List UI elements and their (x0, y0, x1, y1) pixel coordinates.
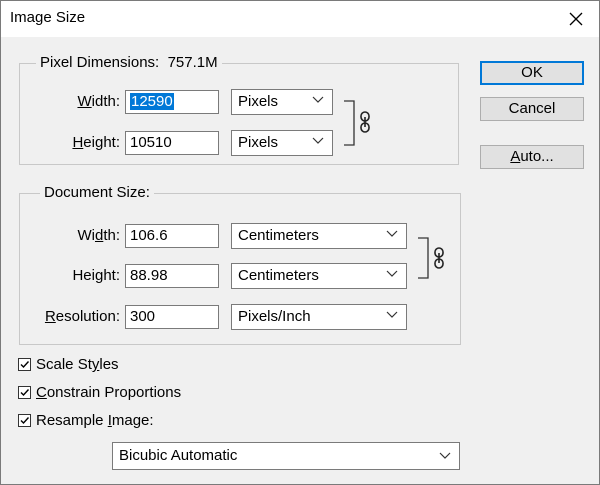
resample-image-checkbox[interactable]: Resample Image: (18, 412, 154, 429)
resample-method-select[interactable]: Bicubic Automatic (112, 442, 460, 470)
scale-styles-checkbox[interactable]: Scale Styles (18, 356, 119, 373)
checkmark-icon (20, 389, 30, 397)
scale-styles-label: Scale Styles (36, 356, 119, 373)
doc-height-input[interactable]: 88.98 (125, 264, 219, 288)
document-size-group: Document Size: Width: 106.6 Centimeters … (19, 184, 461, 345)
auto-button[interactable]: Auto... (480, 145, 584, 169)
chain-link-icon (434, 247, 444, 269)
chevron-down-icon (312, 137, 324, 144)
resample-image-label: Resample Image: (36, 412, 154, 429)
resolution-unit-select[interactable]: Pixels/Inch (231, 304, 407, 330)
doc-height-unit-select[interactable]: Centimeters (231, 263, 407, 289)
constrain-proportions-label: Constrain Proportions (36, 384, 182, 401)
title-bar: Image Size (1, 1, 599, 37)
pixel-height-label: Height: (72, 134, 120, 151)
doc-height-label: Height: (72, 267, 120, 284)
pixel-width-unit-select[interactable]: Pixels (231, 89, 333, 115)
checkmark-icon (20, 361, 30, 369)
chevron-down-icon (386, 230, 398, 237)
pixel-height-unit-select[interactable]: Pixels (231, 130, 333, 156)
ok-button[interactable]: OK (480, 61, 584, 85)
document-size-legend: Document Size: (40, 184, 154, 202)
close-button[interactable] (553, 1, 599, 37)
doc-width-input[interactable]: 106.6 (125, 224, 219, 248)
pixel-width-input[interactable]: 12590 (125, 90, 219, 114)
chevron-down-icon (312, 96, 324, 103)
pixel-dimensions-legend: Pixel Dimensions: 757.1M (36, 54, 222, 72)
close-icon (569, 12, 583, 26)
chain-link-icon (360, 111, 370, 133)
dialog-title: Image Size (10, 9, 86, 26)
chevron-down-icon (386, 270, 398, 277)
pixel-width-label: Width: (77, 93, 120, 110)
pixel-height-input[interactable]: 10510 (125, 131, 219, 155)
chevron-down-icon (386, 311, 398, 318)
resolution-label: Resolution: (44, 308, 120, 325)
cancel-button[interactable]: Cancel (480, 97, 584, 121)
pixel-dimensions-group: Pixel Dimensions: 757.1M Width: 12590 Pi… (19, 54, 459, 165)
checkmark-icon (20, 417, 30, 425)
doc-width-label: Width: (77, 227, 120, 244)
image-size-dialog: Image Size Pixel Dimensions: 757.1M Widt… (0, 0, 600, 485)
constrain-proportions-checkbox[interactable]: Constrain Proportions (18, 384, 181, 401)
chevron-down-icon (439, 452, 451, 459)
pixel-dimensions-size: 757.1M (167, 54, 218, 71)
doc-width-unit-select[interactable]: Centimeters (231, 223, 407, 249)
resolution-input[interactable]: 300 (125, 305, 219, 329)
